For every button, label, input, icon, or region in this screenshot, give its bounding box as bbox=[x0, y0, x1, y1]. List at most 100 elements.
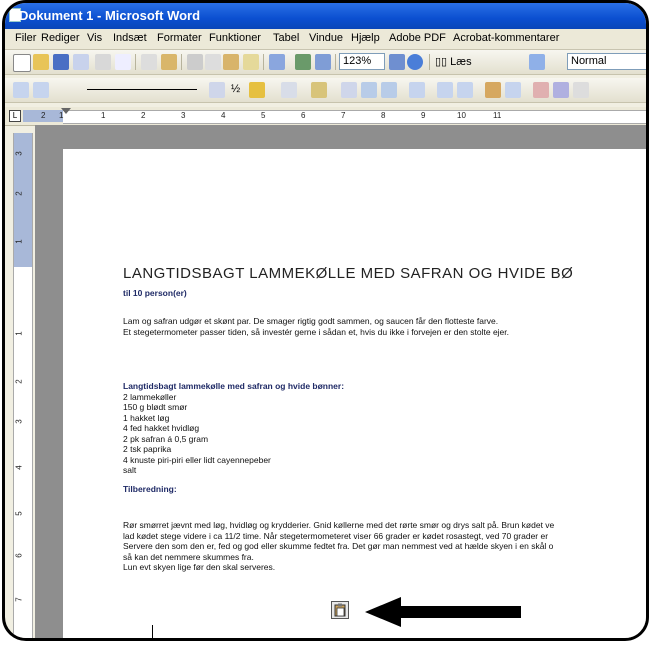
autosum-icon[interactable] bbox=[573, 82, 589, 98]
spelling-icon[interactable] bbox=[141, 54, 157, 70]
merge-cells-icon[interactable] bbox=[381, 82, 397, 98]
research-icon[interactable] bbox=[161, 54, 177, 70]
toolbar-separator bbox=[135, 54, 136, 70]
vruler-tick: 7 bbox=[14, 597, 24, 602]
clipboard-icon bbox=[334, 603, 346, 617]
text-direction-icon[interactable] bbox=[505, 82, 521, 98]
edit-icon[interactable] bbox=[13, 82, 29, 98]
method-line: Lun evt skyen lige før den skal serveres… bbox=[123, 562, 276, 572]
style-select[interactable]: Normal bbox=[567, 53, 646, 70]
title-bar: Dokument 1 - Microsoft Word bbox=[5, 3, 646, 29]
ingredients-heading: Langtidsbagt lammekølle med safran og hv… bbox=[123, 381, 345, 391]
paste-options-button[interactable] bbox=[331, 601, 349, 619]
print-preview-icon[interactable] bbox=[115, 54, 131, 70]
sort-ascending-icon[interactable] bbox=[533, 82, 549, 98]
print-icon[interactable] bbox=[95, 54, 111, 70]
document-body[interactable]: LANGTIDSBAGT LAMMEKØLLE MED SAFRAN OG HV… bbox=[123, 266, 646, 573]
ruler-tick: 10 bbox=[457, 111, 466, 120]
save-icon[interactable] bbox=[53, 54, 69, 70]
read-button[interactable]: ▯▯ Læs bbox=[435, 55, 472, 68]
tab-selector-icon[interactable]: L bbox=[9, 110, 21, 122]
menu-vis[interactable]: Vis bbox=[87, 32, 102, 44]
menu-tabel[interactable]: Tabel bbox=[273, 32, 299, 44]
copy-icon[interactable] bbox=[205, 54, 221, 70]
permission-icon[interactable] bbox=[73, 54, 89, 70]
toolbar-separator bbox=[429, 54, 430, 70]
shading-color-icon[interactable] bbox=[311, 82, 327, 98]
toolbar-separator bbox=[335, 54, 336, 70]
intro-line: Lam og safran udgør et skønt par. De sma… bbox=[123, 316, 499, 326]
ruler-tick: 5 bbox=[261, 111, 266, 120]
insert-table-icon[interactable] bbox=[341, 82, 357, 98]
ruler-tick: 3 bbox=[181, 111, 186, 120]
text-cursor bbox=[152, 625, 153, 638]
horizontal-ruler[interactable]: L 2 1 1 2 3 4 5 6 7 8 9 10 11 bbox=[5, 107, 646, 126]
menu-funktioner[interactable]: Funktioner bbox=[209, 32, 261, 44]
zoom-select[interactable]: 123% bbox=[339, 53, 385, 70]
help-icon[interactable] bbox=[407, 54, 423, 70]
hyperlink-icon[interactable] bbox=[295, 54, 311, 70]
window-title: Dokument 1 - Microsoft Word bbox=[19, 8, 201, 23]
menu-hjaelp[interactable]: Hjælp bbox=[351, 32, 380, 44]
menu-acrobat-kommentarer[interactable]: Acrobat-kommentarer bbox=[453, 32, 559, 44]
indent-marker-icon[interactable] bbox=[61, 108, 71, 114]
autoformat-icon[interactable] bbox=[485, 82, 501, 98]
menu-formater[interactable]: Formater bbox=[157, 32, 202, 44]
ruler-strip: 2 1 1 2 3 4 5 6 7 8 9 10 11 bbox=[41, 110, 646, 124]
menu-adobe-pdf[interactable]: Adobe PDF bbox=[389, 32, 446, 44]
ruler-tick: 7 bbox=[341, 111, 346, 120]
distribute-columns-icon[interactable] bbox=[457, 82, 473, 98]
toolbar-separator bbox=[263, 54, 264, 70]
ruler-tick: 2 bbox=[141, 111, 146, 120]
vertical-ruler[interactable]: 3 2 1 1 2 3 4 5 6 7 bbox=[13, 133, 33, 638]
formatting-toolbar: ½ bbox=[5, 78, 646, 103]
menu-rediger[interactable]: Rediger bbox=[41, 32, 80, 44]
open-folder-icon[interactable] bbox=[33, 54, 49, 70]
highlight-color-icon[interactable] bbox=[249, 82, 265, 98]
app-window: Dokument 1 - Microsoft Word Filer Redige… bbox=[2, 0, 649, 641]
vruler-tick: 5 bbox=[14, 511, 24, 516]
menu-vindue[interactable]: Vindue bbox=[309, 32, 343, 44]
ruler-tick: 8 bbox=[381, 111, 386, 120]
undo-icon[interactable] bbox=[269, 54, 285, 70]
paste-icon[interactable] bbox=[223, 54, 239, 70]
vruler-tick: 2 bbox=[14, 191, 24, 196]
line-style-preview[interactable] bbox=[87, 89, 197, 90]
vruler-tick: 2 bbox=[14, 379, 24, 384]
menu-filer[interactable]: Filer bbox=[15, 32, 36, 44]
ingredient-item: 4 knuste piri-piri eller lidt cayennepeb… bbox=[123, 454, 271, 465]
menu-bar: Filer Rediger Vis Indsæt Formater Funkti… bbox=[5, 29, 646, 50]
ingredient-item: salt bbox=[123, 465, 137, 475]
tables-borders-icon[interactable] bbox=[315, 54, 331, 70]
ingredient-item: 150 g blødt smør bbox=[123, 402, 188, 412]
ruler-tick: 6 bbox=[301, 111, 306, 120]
intro-paragraph: Lam og safran udgør et skønt par. De sma… bbox=[123, 316, 646, 337]
document-workspace: LANGTIDSBAGT LAMMEKØLLE MED SAFRAN OG HV… bbox=[35, 125, 646, 638]
align-icon[interactable] bbox=[409, 82, 425, 98]
document-page[interactable]: LANGTIDSBAGT LAMMEKØLLE MED SAFRAN OG HV… bbox=[63, 149, 646, 638]
ruler-tick: 4 bbox=[221, 111, 226, 120]
read-icon: ▯▯ bbox=[435, 56, 451, 68]
new-document-icon[interactable] bbox=[13, 54, 31, 72]
cut-icon[interactable] bbox=[187, 54, 203, 70]
menu-indsaet[interactable]: Indsæt bbox=[113, 32, 147, 44]
line-style-dropdown-icon[interactable] bbox=[209, 82, 225, 98]
borders-icon[interactable] bbox=[281, 82, 297, 98]
line-weight-select[interactable]: ½ bbox=[231, 83, 240, 95]
method-paragraph: Rør smørret jævnt med løg, hvidløg og kr… bbox=[123, 520, 646, 573]
ingredient-item: 2 pk safran á 0,5 gram bbox=[123, 433, 209, 444]
method-heading: Tilberedning: bbox=[123, 483, 177, 494]
table-grid-icon[interactable] bbox=[361, 82, 377, 98]
ingredient-item: 1 hakket løg bbox=[123, 412, 170, 423]
format-painter-icon[interactable] bbox=[243, 54, 259, 70]
ruler-tick: 11 bbox=[493, 111, 502, 120]
zoom-dropdown-icon[interactable] bbox=[389, 54, 405, 70]
distribute-rows-icon[interactable] bbox=[437, 82, 453, 98]
ruler-tick: 2 bbox=[41, 111, 46, 120]
ingredient-item: 2 tsk paprika bbox=[123, 444, 172, 454]
styles-pane-icon[interactable] bbox=[529, 54, 545, 70]
vruler-tick: 3 bbox=[14, 151, 24, 156]
reviewing-icon[interactable] bbox=[33, 82, 49, 98]
ruler-tick: 1 bbox=[101, 111, 106, 120]
sort-descending-icon[interactable] bbox=[553, 82, 569, 98]
